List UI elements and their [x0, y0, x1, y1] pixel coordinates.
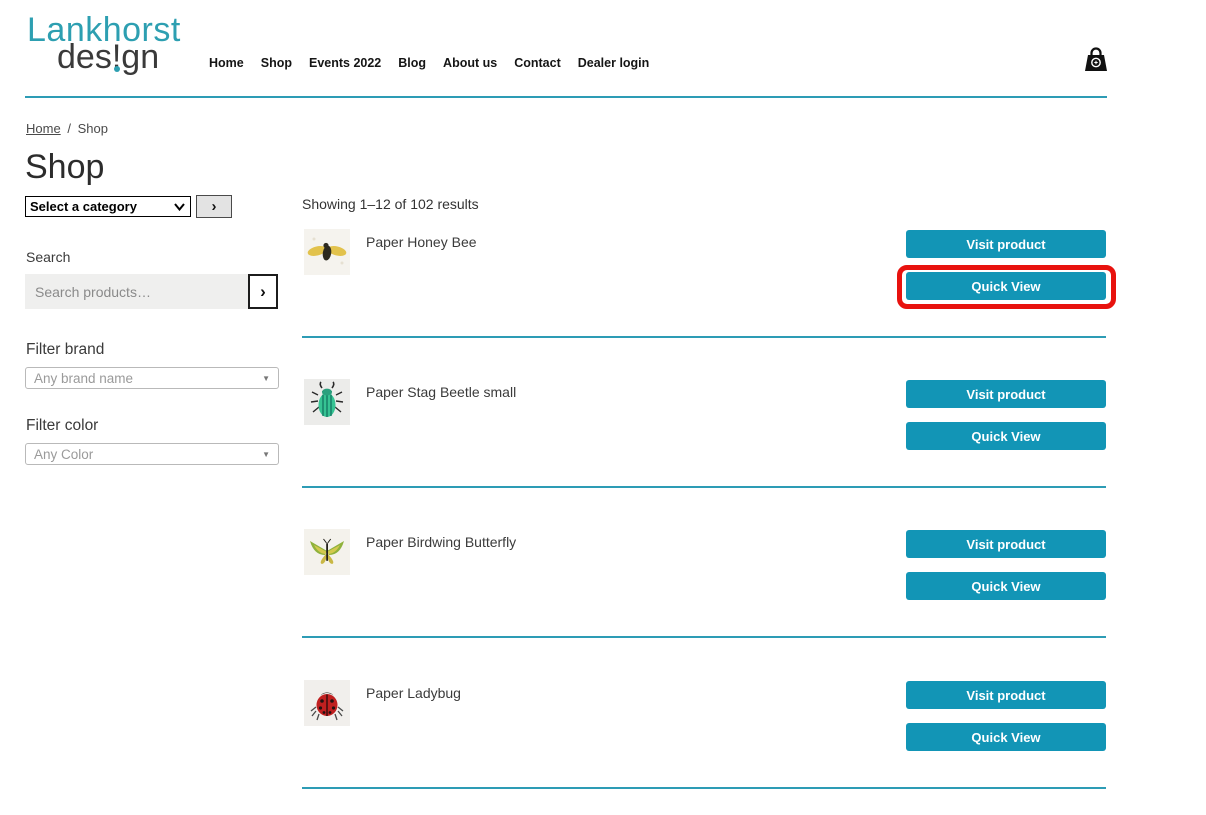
nav-item-home[interactable]: Home — [209, 56, 244, 70]
nav-item-dealer-login[interactable]: Dealer login — [578, 56, 650, 70]
logo-gn: gn — [121, 38, 160, 76]
caret-down-icon: ▼ — [262, 449, 270, 459]
quick-view-button[interactable]: Quick View — [906, 723, 1106, 751]
nav-item-events-2022[interactable]: Events 2022 — [309, 56, 381, 70]
shop-page: Lankhorst des!gn Home Shop Events 2022 B… — [0, 0, 1206, 815]
product-divider-line — [302, 486, 1106, 488]
site-logo[interactable]: Lankhorst des!gn — [27, 13, 181, 74]
product-row: Paper Birdwing Butterfly Visit product Q… — [302, 522, 1106, 637]
breadcrumb: Home / Shop — [26, 121, 108, 136]
visit-product-button[interactable]: Visit product — [906, 681, 1106, 709]
product-row: Paper Stag Beetle small Visit product Qu… — [302, 372, 1106, 487]
chevron-right-icon: › — [211, 198, 217, 215]
shopping-bag-icon[interactable] — [1084, 46, 1108, 73]
main-nav: Home Shop Events 2022 Blog About us Cont… — [209, 56, 649, 70]
chevron-down-icon — [174, 202, 185, 211]
search-label: Search — [26, 249, 71, 265]
search-input[interactable] — [25, 274, 249, 309]
filter-brand-select[interactable]: Any brand name ▼ — [25, 367, 279, 389]
filter-brand-placeholder: Any brand name — [34, 370, 134, 386]
quick-view-button[interactable]: Quick View — [906, 572, 1106, 600]
product-row: Paper Honey Bee Visit product Quick View — [302, 222, 1106, 337]
product-divider-line — [302, 787, 1106, 789]
visit-product-button[interactable]: Visit product — [906, 230, 1106, 258]
honey-bee-thumbnail[interactable] — [304, 229, 350, 275]
filter-color-select[interactable]: Any Color ▼ — [25, 443, 279, 465]
category-go-button[interactable]: › — [196, 195, 232, 218]
category-select-value: Select a category — [30, 199, 137, 214]
nav-item-about-us[interactable]: About us — [443, 56, 497, 70]
visit-product-button[interactable]: Visit product — [906, 380, 1106, 408]
quick-view-button[interactable]: Quick View — [906, 272, 1106, 300]
product-divider-line — [302, 336, 1106, 338]
ladybug-thumbnail[interactable] — [304, 680, 350, 726]
product-title: Paper Honey Bee — [366, 234, 477, 250]
breadcrumb-home-link[interactable]: Home — [26, 121, 61, 136]
caret-down-icon: ▼ — [262, 373, 270, 383]
quick-view-button[interactable]: Quick View — [906, 422, 1106, 450]
page-title: Shop — [25, 148, 105, 186]
stag-beetle-thumbnail[interactable] — [304, 379, 350, 425]
search-submit-button[interactable]: › — [248, 274, 278, 309]
filter-brand-label: Filter brand — [26, 341, 105, 358]
logo-exclamation: ! — [111, 38, 122, 76]
filter-color-placeholder: Any Color — [34, 446, 94, 462]
product-title: Paper Birdwing Butterfly — [366, 534, 517, 550]
product-title: Paper Ladybug — [366, 685, 461, 701]
breadcrumb-separator: / — [67, 121, 71, 136]
product-row: Paper Ladybug Visit product Quick View — [302, 673, 1106, 788]
nav-item-blog[interactable]: Blog — [398, 56, 426, 70]
header-divider-line — [25, 96, 1107, 98]
logo-des: des — [57, 38, 112, 76]
breadcrumb-current: Shop — [77, 121, 108, 136]
birdwing-butterfly-thumbnail[interactable] — [304, 529, 350, 575]
chevron-right-icon: › — [260, 281, 266, 301]
results-count: Showing 1–12 of 102 results — [302, 196, 479, 212]
nav-item-contact[interactable]: Contact — [514, 56, 561, 70]
nav-item-shop[interactable]: Shop — [261, 56, 292, 70]
category-select[interactable]: Select a category — [25, 196, 191, 217]
product-title: Paper Stag Beetle small — [366, 384, 517, 400]
product-divider-line — [302, 636, 1106, 638]
visit-product-button[interactable]: Visit product — [906, 530, 1106, 558]
filter-color-label: Filter color — [26, 417, 99, 434]
